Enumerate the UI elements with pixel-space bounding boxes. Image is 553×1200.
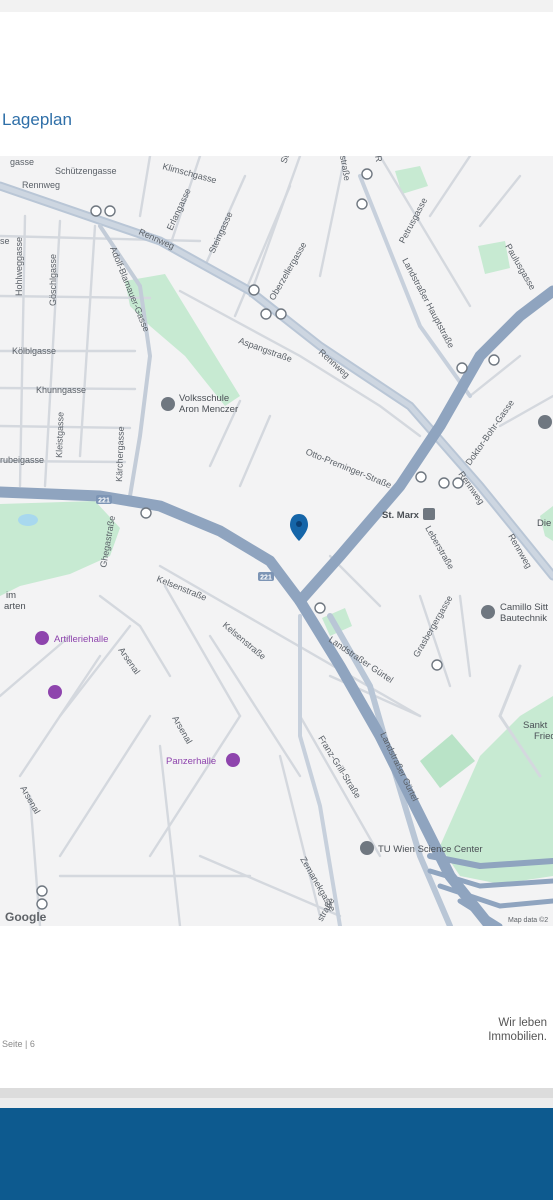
svg-text:St. Marx: St. Marx — [382, 510, 420, 521]
svg-text:Panzerhalle: Panzerhalle — [166, 756, 216, 767]
svg-text:Fried: Fried — [534, 731, 553, 742]
slogan-line-1: Wir leben — [498, 1017, 547, 1029]
page-title: Lageplan — [2, 110, 72, 129]
bottom-bar — [0, 1108, 553, 1200]
top-strip — [0, 0, 553, 12]
svg-text:Volksschule: Volksschule — [179, 393, 229, 404]
svg-text:Bautechnik: Bautechnik — [500, 613, 547, 624]
svg-text:Schützengasse: Schützengasse — [55, 166, 117, 176]
svg-text:rubeigasse: rubeigasse — [0, 455, 44, 465]
svg-text:Rennweg: Rennweg — [22, 180, 60, 190]
map-data-attribution: Map data ©2 — [508, 916, 548, 924]
svg-text:se: se — [0, 236, 10, 246]
svg-text:Kleistgasse: Kleistgasse — [54, 412, 66, 458]
svg-text:Camillo Sitt: Camillo Sitt — [500, 602, 548, 613]
svg-text:221: 221 — [260, 575, 272, 582]
svg-text:Hohlweggasse: Hohlweggasse — [14, 237, 24, 296]
route-shield-221-b: 221 — [258, 572, 274, 582]
slogan: Wir leben Immobilien. — [488, 1016, 547, 1044]
location-map[interactable]: 221 221 gasse Schützengasse Rennweg Klim… — [0, 156, 553, 926]
svg-text:arten: arten — [4, 601, 26, 612]
page-shadow — [0, 1088, 553, 1098]
svg-text:Kölblgasse: Kölblgasse — [12, 346, 56, 356]
page-number: Seite | 6 — [2, 1039, 35, 1049]
svg-text:TU Wien Science Center: TU Wien Science Center — [378, 844, 483, 855]
google-logo: Google — [5, 910, 47, 924]
svg-text:Kärchergasse: Kärchergasse — [114, 426, 126, 482]
svg-text:221: 221 — [98, 498, 110, 505]
slogan-line-2: Immobilien. — [488, 1031, 547, 1043]
svg-text:Aron Menczer: Aron Menczer — [179, 404, 238, 415]
svg-text:Khunngasse: Khunngasse — [36, 385, 86, 395]
svg-text:gasse: gasse — [10, 157, 34, 167]
svg-text:im: im — [6, 590, 16, 601]
svg-text:Artilleriehalle: Artilleriehalle — [54, 634, 108, 645]
svg-text:Die: Die — [537, 518, 551, 529]
route-shield-221-a: 221 — [96, 495, 112, 505]
svg-text:Göschlgasse: Göschlgasse — [48, 254, 58, 306]
svg-text:Sankt: Sankt — [523, 720, 548, 731]
